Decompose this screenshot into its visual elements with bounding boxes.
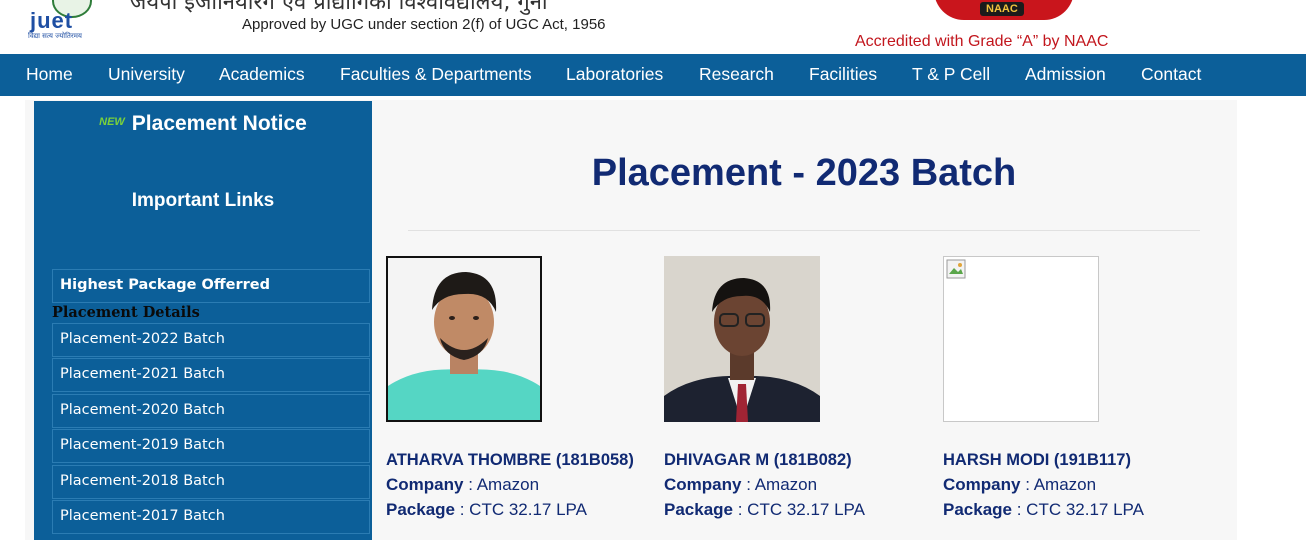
company-label: Company xyxy=(386,475,464,494)
page-title: Placement - 2023 Batch xyxy=(591,152,1017,194)
broken-image-icon xyxy=(946,259,966,279)
nav-academics[interactable]: Academics xyxy=(219,54,305,96)
naac-label: NAAC xyxy=(980,2,1024,16)
site-header: juet विद्या सत्य ज्योतिरमय जयपी इंजीनियर… xyxy=(0,0,1306,54)
sidebar-link-2017[interactable]: Placement-2017 Batch xyxy=(52,500,370,534)
naac-badge: NAAC xyxy=(934,0,1074,24)
company-value: Amazon xyxy=(1033,475,1097,494)
student-photo-broken xyxy=(943,256,1099,422)
separator: : xyxy=(741,475,755,494)
nav-admission[interactable]: Admission xyxy=(1025,54,1106,96)
student-company: Company : Amazon xyxy=(943,475,1096,495)
title-divider xyxy=(408,230,1200,231)
student-package: Package : CTC 32.17 LPA xyxy=(386,500,587,520)
nav-contact[interactable]: Contact xyxy=(1141,54,1201,96)
student-portrait-icon xyxy=(664,256,820,422)
company-value: Amazon xyxy=(476,475,540,494)
important-links-heading: Important Links xyxy=(131,190,275,211)
placement-details-heading: Placement Details xyxy=(52,304,200,321)
sidebar-link-2018[interactable]: Placement-2018 Batch xyxy=(52,465,370,499)
nav-facilities[interactable]: Facilities xyxy=(809,54,877,96)
sidebar-link-2021[interactable]: Placement-2021 Batch xyxy=(52,358,370,392)
package-label: Package xyxy=(664,500,733,519)
new-badge-icon: NEW xyxy=(99,116,125,129)
nav-home[interactable]: Home xyxy=(26,54,73,96)
student-name: ATHARVA THOMBRE (181B058) xyxy=(386,451,634,469)
package-label: Package xyxy=(386,500,455,519)
company-label: Company xyxy=(664,475,742,494)
placement-notice-label: Placement Notice xyxy=(131,112,307,135)
separator: : xyxy=(463,475,477,494)
student-package: Package : CTC 32.17 LPA xyxy=(943,500,1144,520)
university-logo[interactable]: juet विद्या सत्य ज्योतिरमय xyxy=(22,0,114,46)
nav-university[interactable]: University xyxy=(108,54,185,96)
sidebar-link-2019[interactable]: Placement-2019 Batch xyxy=(52,429,370,463)
approval-text: Approved by UGC under section 2(f) of UG… xyxy=(242,16,606,33)
student-package: Package : CTC 32.17 LPA xyxy=(664,500,865,520)
separator: : xyxy=(1012,500,1027,519)
sidebar-link-2020[interactable]: Placement-2020 Batch xyxy=(52,394,370,428)
nav-faculties-departments[interactable]: Faculties & Departments xyxy=(340,54,532,96)
package-value: CTC 32.17 LPA xyxy=(469,500,587,519)
package-label: Package xyxy=(943,500,1012,519)
student-company: Company : Amazon xyxy=(386,475,539,495)
student-photo xyxy=(664,256,820,422)
package-value: CTC 32.17 LPA xyxy=(747,500,865,519)
separator: : xyxy=(733,500,748,519)
main-navigation: Home University Academics Faculties & De… xyxy=(0,54,1306,96)
student-portrait-icon xyxy=(388,258,540,420)
student-company: Company : Amazon xyxy=(664,475,817,495)
logo-tagline: विद्या सत्य ज्योतिरमय xyxy=(28,32,82,40)
package-value: CTC 32.17 LPA xyxy=(1026,500,1144,519)
sidebar-link-highest-package[interactable]: Highest Package Offerred xyxy=(52,269,370,303)
student-photo xyxy=(386,256,542,422)
hindi-university-name: जयपी इंजीनियरिंग एवं प्रौद्योगिकी विश्वव… xyxy=(130,0,548,15)
sidebar-link-2022[interactable]: Placement-2022 Batch xyxy=(52,323,370,357)
nav-laboratories[interactable]: Laboratories xyxy=(566,54,663,96)
accreditation-text: Accredited with Grade “A” by NAAC xyxy=(855,33,1109,50)
company-label: Company xyxy=(943,475,1021,494)
nav-tp-cell[interactable]: T & P Cell xyxy=(912,54,990,96)
separator: : xyxy=(455,500,470,519)
placement-notice-link[interactable]: NEW Placement Notice xyxy=(34,112,372,136)
separator: : xyxy=(1020,475,1034,494)
student-name: DHIVAGAR M (181B082) xyxy=(664,451,852,469)
company-value: Amazon xyxy=(754,475,818,494)
nav-research[interactable]: Research xyxy=(699,54,774,96)
logo-text: juet xyxy=(30,8,74,33)
student-name: HARSH MODI (191B117) xyxy=(943,451,1131,469)
